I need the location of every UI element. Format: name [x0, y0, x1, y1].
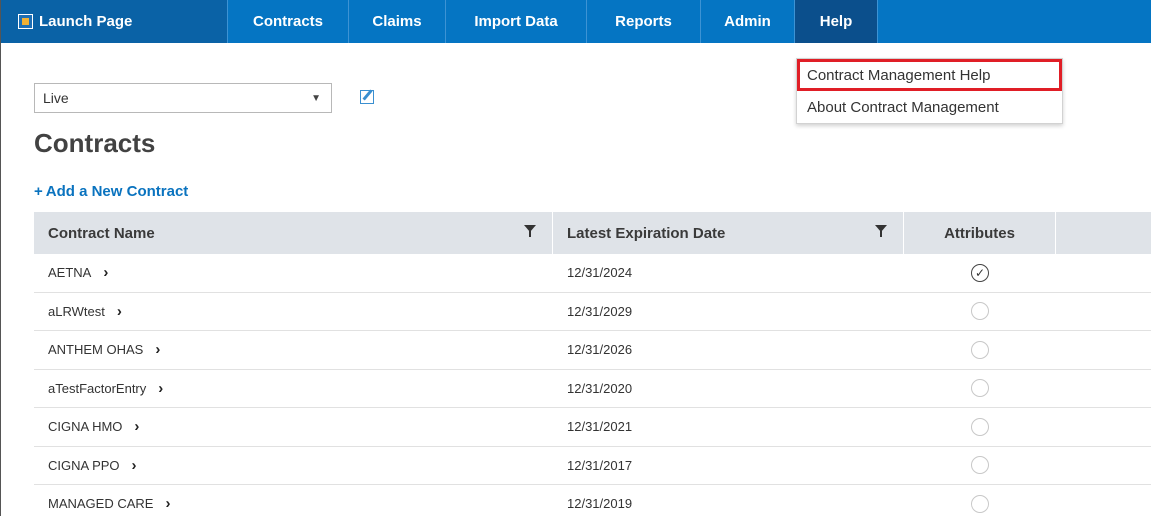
- empty-cell: [1056, 370, 1151, 408]
- filter-icon[interactable]: [875, 225, 887, 237]
- contract-name-cell: aTestFactorEntry ›: [34, 370, 553, 408]
- app-frame: Launch Page Contracts Claims Import Data…: [0, 0, 1151, 516]
- empty-circle-icon[interactable]: [971, 456, 989, 475]
- empty-circle-icon[interactable]: [971, 340, 989, 359]
- add-new-contract-label: Add a New Contract: [45, 183, 189, 200]
- column-header-label: Contract Name: [48, 224, 155, 242]
- chevron-right-icon[interactable]: ›: [103, 264, 108, 281]
- menu-item-label: About Contract Management: [807, 98, 999, 116]
- chevron-right-icon[interactable]: ›: [117, 303, 122, 320]
- nav-reports-label: Reports: [615, 13, 672, 30]
- expiration-date-cell: 12/31/2019: [567, 496, 633, 512]
- contract-name: CIGNA PPO: [48, 457, 120, 473]
- chevron-right-icon[interactable]: ›: [155, 341, 160, 358]
- contract-name: CIGNA HMO: [48, 419, 123, 435]
- table-row[interactable]: CIGNA HMO › 12/31/2021: [34, 408, 1151, 447]
- empty-cell: [1056, 447, 1151, 485]
- expiration-date-cell: 12/31/2017: [567, 457, 633, 473]
- environment-select[interactable]: Live ▼: [34, 83, 332, 113]
- table-row[interactable]: MANAGED CARE › 12/31/2019: [34, 485, 1151, 516]
- empty-cell: [1056, 293, 1151, 331]
- chevron-right-icon[interactable]: ›: [134, 418, 139, 435]
- top-navbar: Launch Page Contracts Claims Import Data…: [1, 0, 1151, 43]
- edit-icon[interactable]: [360, 90, 374, 104]
- column-header-empty: [1056, 212, 1151, 254]
- contract-name-cell: ANTHEM OHAS ›: [34, 331, 553, 369]
- table-row[interactable]: aLRWtest › 12/31/2029: [34, 293, 1151, 331]
- filter-icon[interactable]: [524, 225, 536, 237]
- nav-help[interactable]: Help: [795, 0, 878, 43]
- nav-reports[interactable]: Reports: [587, 0, 701, 43]
- nav-import-data[interactable]: Import Data: [446, 0, 587, 43]
- nav-admin[interactable]: Admin: [701, 0, 795, 43]
- chevron-right-icon[interactable]: ›: [158, 380, 163, 397]
- menu-item-about-contract-management[interactable]: About Contract Management: [797, 91, 1062, 123]
- table-row[interactable]: CIGNA PPO › 12/31/2017: [34, 447, 1151, 485]
- empty-circle-icon[interactable]: [971, 494, 989, 513]
- chevron-down-icon: ▼: [311, 93, 321, 104]
- page-title: Contracts: [34, 128, 156, 158]
- expiration-date-cell: 12/31/2026: [567, 342, 633, 358]
- empty-cell: [1056, 331, 1151, 369]
- launch-page-icon: [18, 14, 33, 29]
- add-new-contract-link[interactable]: + Add a New Contract: [34, 183, 188, 200]
- empty-cell: [1056, 408, 1151, 446]
- contract-name-cell: aLRWtest ›: [34, 293, 553, 331]
- contract-name: AETNA: [48, 265, 92, 281]
- expiration-date-cell: 12/31/2020: [567, 380, 633, 396]
- contract-name: aLRWtest: [48, 303, 105, 319]
- nav-contracts[interactable]: Contracts: [228, 0, 349, 43]
- expiration-date-cell: 12/31/2024: [567, 265, 633, 281]
- attributes-cell: [904, 370, 1056, 408]
- nav-admin-label: Admin: [724, 13, 771, 30]
- column-header-contract-name[interactable]: Contract Name: [34, 212, 553, 254]
- contract-name-cell: CIGNA HMO ›: [34, 408, 553, 446]
- empty-circle-icon[interactable]: [971, 379, 989, 398]
- contract-name: ANTHEM OHAS: [48, 342, 144, 358]
- chevron-right-icon[interactable]: ›: [132, 457, 137, 474]
- environment-select-value: Live: [43, 90, 69, 106]
- contract-name-cell: MANAGED CARE ›: [34, 485, 553, 516]
- nav-claims-label: Claims: [372, 13, 422, 30]
- column-header-latest-expiration-date[interactable]: Latest Expiration Date: [553, 212, 904, 254]
- plus-icon: +: [34, 183, 43, 200]
- contracts-table: Contract Name Latest Expiration Date Att…: [34, 212, 1151, 516]
- empty-circle-icon[interactable]: [971, 417, 989, 436]
- attributes-cell: [904, 447, 1056, 485]
- empty-cell: [1056, 485, 1151, 516]
- expiration-date-cell: 12/31/2029: [567, 303, 633, 319]
- attributes-cell: [904, 408, 1056, 446]
- check-circle-icon[interactable]: ✓: [971, 263, 989, 282]
- help-dropdown-menu: Contract Management Help About Contract …: [796, 58, 1063, 124]
- contract-name-cell: CIGNA PPO ›: [34, 447, 553, 485]
- menu-item-label: Contract Management Help: [807, 66, 991, 84]
- menu-item-contract-management-help[interactable]: Contract Management Help: [797, 59, 1062, 91]
- attributes-cell: [904, 331, 1056, 369]
- column-header-attributes[interactable]: Attributes: [904, 212, 1056, 254]
- nav-launch-label: Launch Page: [39, 13, 133, 30]
- empty-cell: [1056, 254, 1151, 292]
- nav-contracts-label: Contracts: [252, 13, 323, 30]
- column-header-label: Latest Expiration Date: [567, 224, 726, 242]
- attributes-cell: [904, 485, 1056, 516]
- attributes-cell: [904, 293, 1056, 331]
- table-body: AETNA › 12/31/2024 ✓ aLRWtest › 12/31/2029 ANTH…: [34, 254, 1151, 516]
- nav-launch-page[interactable]: Launch Page: [1, 0, 228, 43]
- chevron-right-icon[interactable]: ›: [165, 495, 170, 512]
- expiration-date-cell: 12/31/2021: [567, 419, 633, 435]
- contract-name-cell: AETNA ›: [34, 254, 553, 292]
- table-row[interactable]: AETNA › 12/31/2024 ✓: [34, 254, 1151, 293]
- nav-import-data-label: Import Data: [474, 13, 558, 30]
- table-row[interactable]: ANTHEM OHAS › 12/31/2026: [34, 331, 1151, 370]
- column-header-label: Attributes: [944, 224, 1015, 242]
- contract-name: MANAGED CARE: [48, 496, 154, 512]
- attributes-cell: ✓: [904, 254, 1056, 292]
- nav-claims[interactable]: Claims: [349, 0, 446, 43]
- table-row[interactable]: aTestFactorEntry › 12/31/2020: [34, 370, 1151, 408]
- table-header: Contract Name Latest Expiration Date Att…: [34, 212, 1151, 254]
- nav-help-label: Help: [819, 13, 853, 30]
- empty-circle-icon[interactable]: [971, 302, 989, 321]
- contract-name: aTestFactorEntry: [48, 380, 147, 396]
